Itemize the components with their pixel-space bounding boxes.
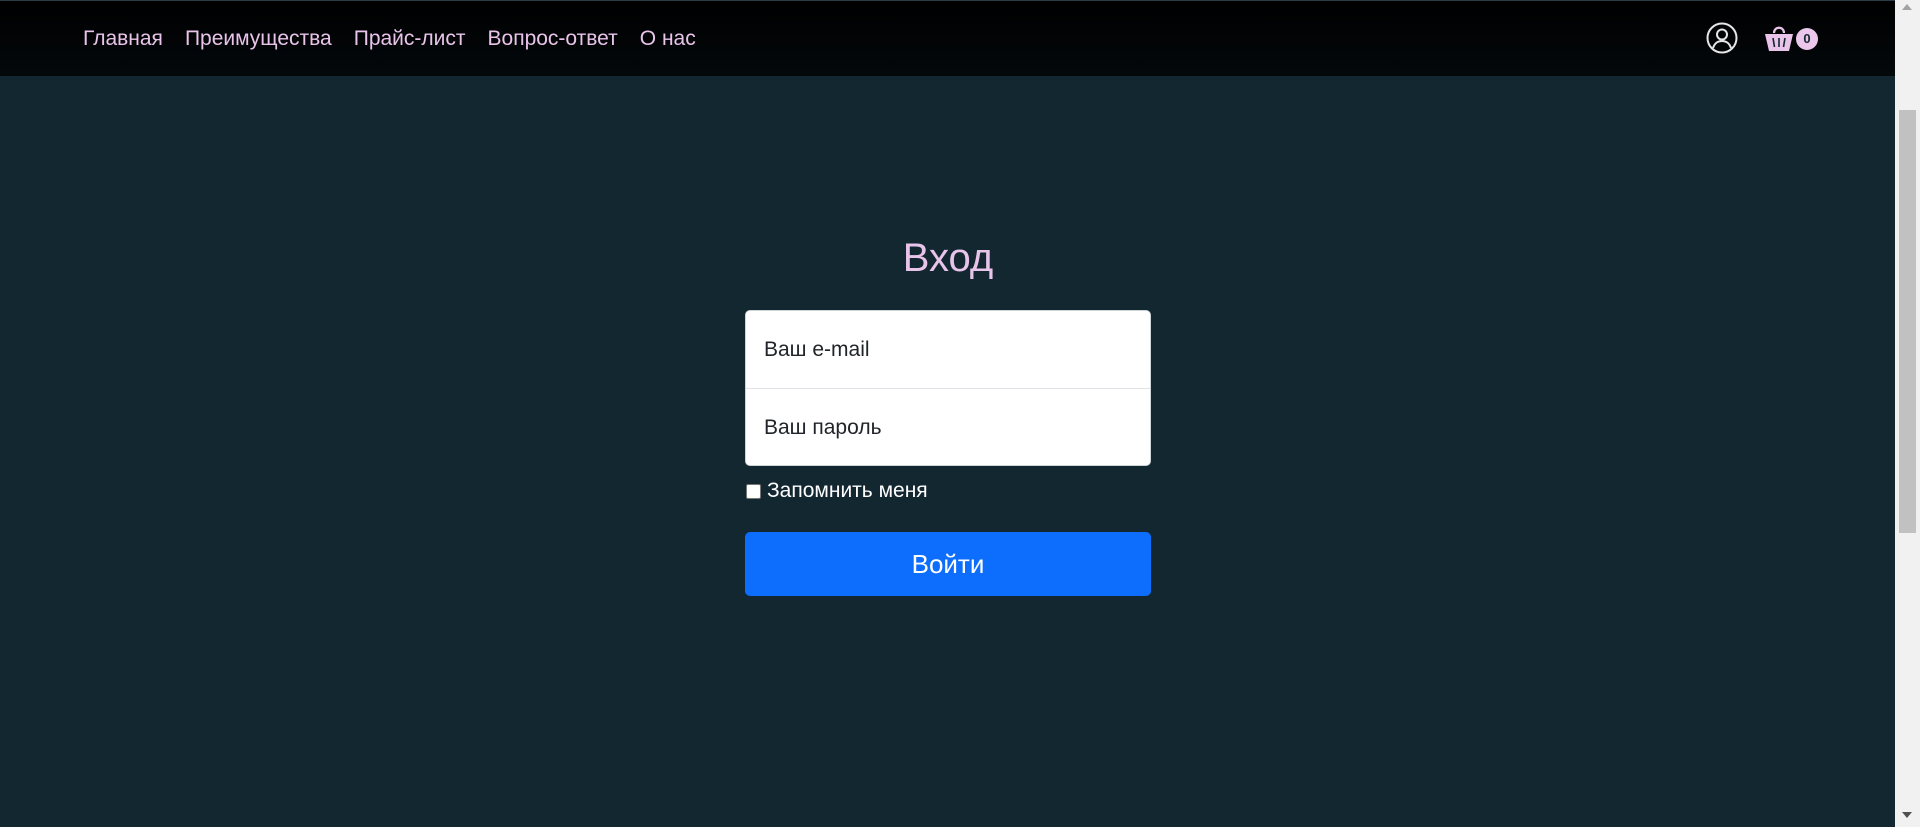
remember-me[interactable]: Запомнить меня (745, 479, 928, 503)
cart-count-badge: 0 (1796, 28, 1818, 50)
login-button[interactable]: Войти (745, 532, 1151, 596)
top-navbar: Главная Преимущества Прайс-лист Вопрос-о… (0, 0, 1895, 76)
page-title: Вход (902, 236, 994, 280)
user-circle-icon[interactable] (1706, 22, 1738, 54)
main-content: Вход Запомнить меня Войти (0, 76, 1895, 827)
vertical-scrollbar[interactable] (1895, 0, 1920, 827)
nav-item-about[interactable]: О нас (640, 27, 696, 51)
cart-button[interactable]: 0 (1764, 21, 1824, 55)
shopping-basket-icon (1764, 21, 1794, 53)
scroll-up-arrow-icon[interactable] (1902, 4, 1912, 10)
nav-item-faq[interactable]: Вопрос-ответ (488, 27, 618, 51)
scroll-down-arrow-icon[interactable] (1902, 812, 1912, 818)
nav-links: Главная Преимущества Прайс-лист Вопрос-о… (83, 1, 718, 77)
email-field[interactable] (746, 311, 1150, 388)
password-field[interactable] (746, 389, 1150, 465)
nav-item-price-list[interactable]: Прайс-лист (354, 27, 466, 51)
remember-me-checkbox[interactable] (746, 483, 761, 499)
remember-me-label: Запомнить меня (767, 479, 928, 502)
scrollbar-thumb[interactable] (1899, 110, 1916, 533)
nav-item-advantages[interactable]: Преимущества (185, 27, 332, 51)
nav-item-home[interactable]: Главная (83, 27, 163, 51)
login-fields (745, 310, 1151, 466)
